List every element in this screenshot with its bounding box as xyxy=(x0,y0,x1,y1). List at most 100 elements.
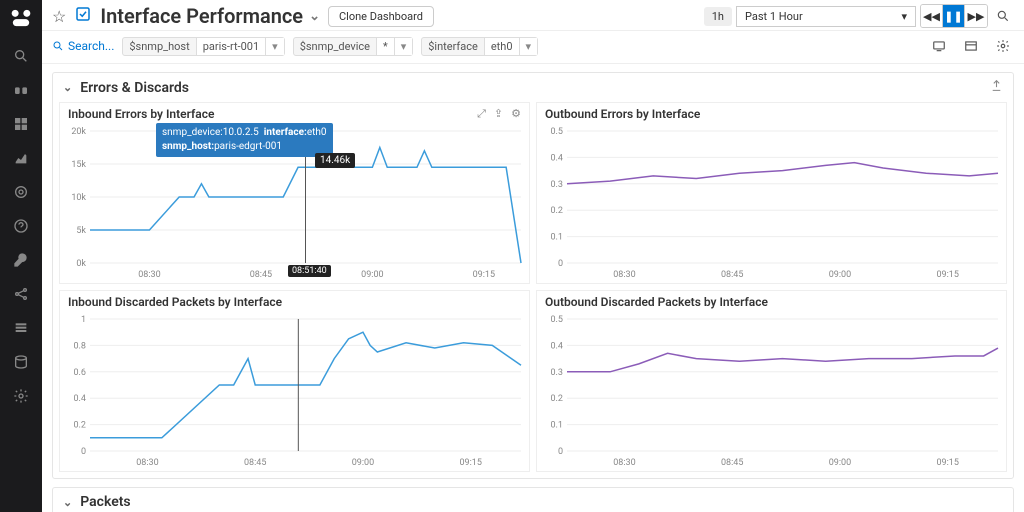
svg-text:0.4: 0.4 xyxy=(74,394,87,404)
svg-text:0.4: 0.4 xyxy=(551,341,564,351)
share-icon[interactable] xyxy=(11,284,31,304)
svg-text:09:00: 09:00 xyxy=(829,458,851,468)
svg-text:08:30: 08:30 xyxy=(613,458,635,468)
settings-gear-icon[interactable] xyxy=(11,386,31,406)
gear-icon[interactable]: ⚙ xyxy=(511,107,521,121)
main-area: ☆ Interface Performance ⌄ Clone Dashboar… xyxy=(42,0,1024,512)
svg-text:0k: 0k xyxy=(76,259,86,269)
search-icon[interactable] xyxy=(11,46,31,66)
left-nav-rail xyxy=(0,0,42,512)
filterbar: Search... $snmp_host paris-rt-001 ▾ $snm… xyxy=(42,31,1024,64)
filter-value: eth0 xyxy=(484,38,519,55)
dashboard-title[interactable]: Interface Performance ⌄ xyxy=(100,4,320,28)
app-logo[interactable] xyxy=(7,4,35,32)
svg-text:10k: 10k xyxy=(71,193,86,203)
filter-pill-device[interactable]: $snmp_device * ▾ xyxy=(293,37,414,56)
svg-text:20k: 20k xyxy=(71,127,86,137)
export-icon[interactable]: ⇪ xyxy=(494,107,503,121)
clone-dashboard-button[interactable]: Clone Dashboard xyxy=(328,6,434,27)
svg-text:08:30: 08:30 xyxy=(136,458,158,468)
svg-text:08:30: 08:30 xyxy=(613,270,635,280)
svg-text:0.3: 0.3 xyxy=(551,368,564,378)
dashboard-icon[interactable] xyxy=(11,114,31,134)
chart-inbound-discards[interactable]: 00.20.40.60.8108:3008:4509:0009:15 xyxy=(60,311,529,471)
section-packets: ⌄ Packets xyxy=(52,487,1014,512)
chart-outbound-errors[interactable]: 00.10.20.30.40.508:3008:4509:0009:15 xyxy=(537,123,1006,283)
filter-pill-host[interactable]: $snmp_host paris-rt-001 ▾ xyxy=(122,37,284,56)
filter-key: $snmp_host xyxy=(123,38,195,55)
layout-icon[interactable] xyxy=(960,35,982,57)
section-errors-discards: ⌄ Errors & Discards Inbound Errors by In… xyxy=(52,72,1014,479)
search-link-label: Search... xyxy=(68,39,114,53)
svg-text:0.2: 0.2 xyxy=(551,206,564,216)
topbar: ☆ Interface Performance ⌄ Clone Dashboar… xyxy=(42,0,1024,31)
svg-text:0.1: 0.1 xyxy=(551,233,564,243)
svg-text:09:15: 09:15 xyxy=(937,458,959,468)
favorite-star-icon[interactable]: ☆ xyxy=(52,7,66,26)
svg-text:0.2: 0.2 xyxy=(551,394,564,404)
svg-text:09:15: 09:15 xyxy=(460,458,482,468)
time-range-select[interactable]: Past 1 Hour ▾ xyxy=(736,6,916,27)
filter-value: paris-rt-001 xyxy=(196,38,265,55)
panel-inbound-discards: Inbound Discarded Packets by Interface 0… xyxy=(59,290,530,472)
forward-button[interactable]: ▶▶ xyxy=(965,5,987,27)
chevron-down-icon: ⌄ xyxy=(63,496,72,509)
rewind-button[interactable]: ◀◀ xyxy=(921,5,943,27)
time-range-chip[interactable]: 1h xyxy=(704,7,732,26)
svg-text:09:15: 09:15 xyxy=(473,270,495,280)
chevron-down-icon[interactable]: ▾ xyxy=(519,38,538,55)
svg-text:09:00: 09:00 xyxy=(352,458,374,468)
export-icon[interactable] xyxy=(990,79,1003,96)
wrench-icon[interactable] xyxy=(11,250,31,270)
panel-title: Outbound Discarded Packets by Interface xyxy=(545,295,768,309)
svg-text:08:45: 08:45 xyxy=(721,458,743,468)
db-icon[interactable] xyxy=(11,352,31,372)
svg-text:08:45: 08:45 xyxy=(721,270,743,280)
svg-text:0.1: 0.1 xyxy=(551,421,564,431)
svg-text:0.2: 0.2 xyxy=(74,421,87,431)
gear-icon[interactable] xyxy=(992,35,1014,57)
section-title: Errors & Discards xyxy=(80,80,189,96)
svg-text:0.8: 0.8 xyxy=(74,341,87,351)
target-icon[interactable] xyxy=(11,182,31,202)
svg-text:0: 0 xyxy=(558,259,563,269)
svg-text:09:15: 09:15 xyxy=(937,270,959,280)
search-button[interactable] xyxy=(992,5,1014,27)
chart-inbound-errors[interactable]: 0k5k10k15k20k08:3008:4509:0009:15 snmp_d… xyxy=(60,123,529,283)
filter-key: $snmp_device xyxy=(294,38,376,55)
filter-pill-interface[interactable]: $interface eth0 ▾ xyxy=(421,37,538,56)
panel-title: Outbound Errors by Interface xyxy=(545,107,700,121)
fullscreen-icon[interactable]: ⤢ xyxy=(477,107,486,121)
chevron-down-icon[interactable]: ▾ xyxy=(265,38,284,55)
dashboard-title-text: Interface Performance xyxy=(100,4,303,28)
svg-text:09:00: 09:00 xyxy=(361,270,383,280)
chart-outbound-discards[interactable]: 00.10.20.30.40.508:3008:4509:0009:15 xyxy=(537,311,1006,471)
chart-tooltip-time: 08:51:40 xyxy=(288,265,331,277)
binoculars-icon[interactable] xyxy=(11,80,31,100)
dashboard-type-icon xyxy=(74,5,92,27)
chevron-down-icon: ⌄ xyxy=(63,81,72,94)
svg-text:0: 0 xyxy=(81,447,86,457)
panel-title: Inbound Errors by Interface xyxy=(68,107,214,121)
svg-text:0: 0 xyxy=(558,447,563,457)
time-range-label: Past 1 Hour xyxy=(745,10,803,23)
pause-button[interactable]: ❚❚ xyxy=(943,5,965,27)
help-icon[interactable] xyxy=(11,216,31,236)
section-header[interactable]: ⌄ Packets xyxy=(53,488,1013,512)
section-header[interactable]: ⌄ Errors & Discards xyxy=(53,73,1013,102)
panel-inbound-errors: Inbound Errors by Interface ⤢ ⇪ ⚙ 0k5k10… xyxy=(59,102,530,284)
panel-outbound-errors: Outbound Errors by Interface 0 0.1 0.2 0.3 0… xyxy=(536,102,1007,284)
search-link[interactable]: Search... xyxy=(52,39,114,53)
chevron-down-icon[interactable]: ▾ xyxy=(394,38,413,55)
filter-key: $interface xyxy=(422,38,484,55)
playback-controls: ◀◀ ❚❚ ▶▶ xyxy=(920,4,988,28)
insights-icon[interactable] xyxy=(11,148,31,168)
svg-text:1: 1 xyxy=(81,315,86,325)
tv-mode-icon[interactable] xyxy=(928,35,950,57)
chevron-down-icon: ⌄ xyxy=(309,9,320,24)
panel-title: Inbound Discarded Packets by Interface xyxy=(68,295,282,309)
svg-text:0.3: 0.3 xyxy=(551,180,564,190)
svg-text:0.6: 0.6 xyxy=(74,368,87,378)
stack-icon[interactable] xyxy=(11,318,31,338)
content-scroll[interactable]: ⌄ Errors & Discards Inbound Errors by In… xyxy=(42,64,1024,512)
